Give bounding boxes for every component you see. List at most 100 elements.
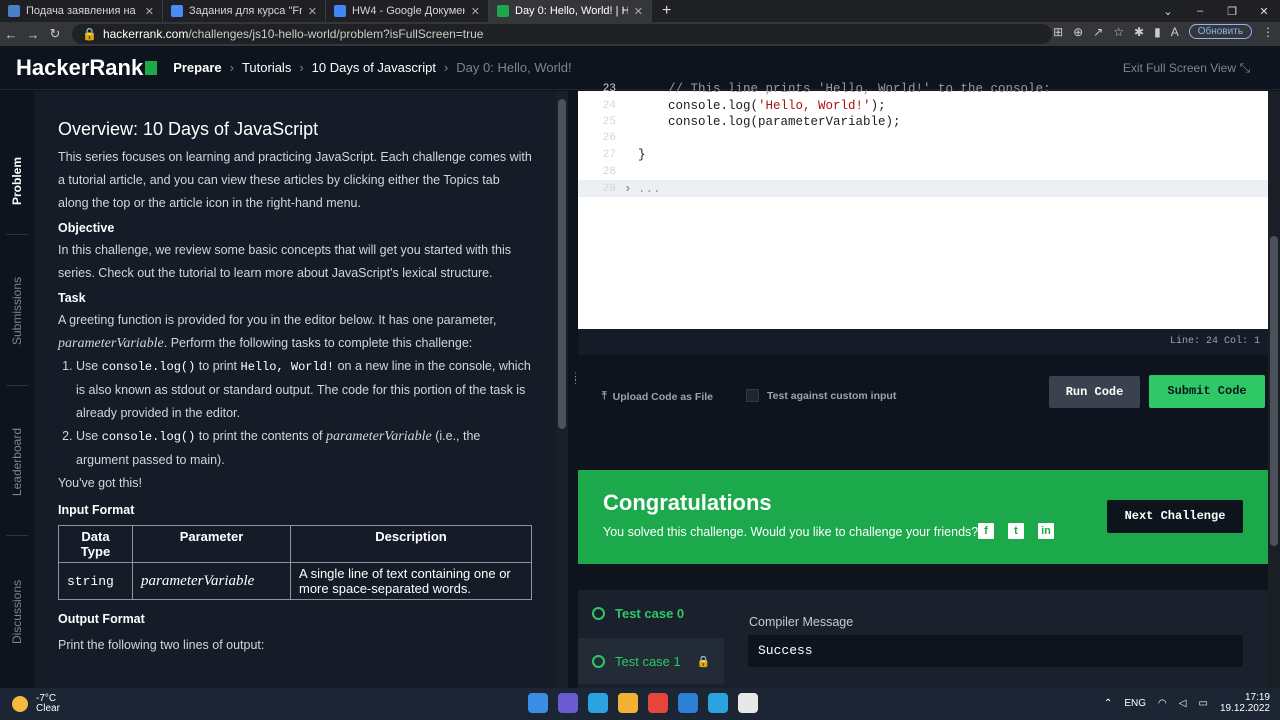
tab-submissions[interactable]: Submissions	[0, 236, 34, 386]
param-name: parameterVariable	[325, 429, 432, 444]
update-button[interactable]: Обновить	[1188, 24, 1252, 39]
editor-line: 25 console.log(parameterVariable);	[578, 113, 1268, 130]
bookmark-star-icon[interactable]: ☆	[1113, 25, 1124, 39]
vscode-icon[interactable]	[678, 693, 698, 713]
tab-favicon-icon	[8, 5, 20, 17]
tab-label: Discussions	[10, 579, 24, 645]
line-number: 25	[602, 115, 616, 128]
code-text: // This line prints 'Hello, World!' to t…	[638, 81, 1051, 96]
facebook-icon[interactable]: f	[978, 523, 994, 539]
browser-tab-active[interactable]: Day 0: Hello, World! | HackerRan ✕	[489, 0, 652, 22]
column-header: Data Type	[58, 525, 133, 563]
scroll-thumb[interactable]	[1270, 236, 1278, 546]
forward-icon[interactable]: →	[22, 27, 44, 42]
crumb-prepare[interactable]: Prepare	[173, 60, 221, 75]
sidepanel-icon[interactable]: ▮	[1154, 25, 1161, 39]
telegram-icon[interactable]	[708, 693, 728, 713]
test-case-label: Test case 0	[615, 605, 685, 621]
browser-tab[interactable]: HW4 - Google Документы ✕	[326, 0, 489, 22]
next-challenge-button[interactable]: Next Challenge	[1107, 500, 1243, 533]
param-name: parameterVariable	[58, 336, 164, 351]
divider	[6, 535, 28, 536]
app-icon[interactable]	[738, 693, 758, 713]
wifi-icon[interactable]: ◠	[1158, 698, 1167, 709]
vertical-tabs: Problem Submissions Leaderboard Discussi…	[0, 91, 34, 688]
minimize-icon[interactable]: –	[1184, 5, 1216, 17]
chevron-right-icon: ›	[443, 60, 449, 75]
browser-right-icons: ⊞ ⊕ ↗ ☆ ✱ ▮ A Обновить ⋮	[1053, 24, 1274, 39]
close-icon[interactable]: ✕	[308, 5, 317, 18]
congrats-banner: Congratulations You solved this challeng…	[578, 470, 1268, 564]
chat-icon[interactable]	[558, 693, 578, 713]
exit-fullscreen-link[interactable]: Exit Full Screen View	[1123, 61, 1236, 75]
main-scrollbar[interactable]	[1268, 91, 1280, 688]
twitter-icon[interactable]: t	[1008, 523, 1024, 539]
tab-label: Submissions	[10, 276, 24, 346]
panel-resize-handle[interactable]	[568, 91, 578, 688]
language-indicator[interactable]: ENG	[1124, 698, 1146, 709]
editor-line-folded[interactable]: 29 ›...	[578, 180, 1268, 197]
crumb-series[interactable]: 10 Days of Javascript	[312, 60, 436, 75]
zoom-icon[interactable]: ⊕	[1073, 25, 1083, 39]
tab-leaderboard[interactable]: Leaderboard	[0, 387, 34, 537]
custom-input-checkbox[interactable]: Test against custom input	[746, 389, 896, 402]
run-code-button[interactable]: Run Code	[1049, 376, 1140, 408]
close-icon[interactable]: ✕	[634, 5, 643, 18]
test-case-tab[interactable]: Test case 1 🔒	[578, 638, 724, 684]
chevron-up-icon[interactable]: ⌃	[1104, 698, 1112, 709]
code-editor[interactable]: 23 // This line prints 'Hello, World!' t…	[578, 82, 1268, 329]
linkedin-icon[interactable]: in	[1038, 523, 1054, 539]
chrome-icon[interactable]	[648, 693, 668, 713]
crumb-current: Day 0: Hello, World!	[456, 60, 572, 75]
translate-icon[interactable]: ⊞	[1053, 25, 1063, 39]
share-icon[interactable]: ↗	[1093, 25, 1103, 39]
extensions-icon[interactable]: ✱	[1134, 25, 1144, 39]
scroll-thumb[interactable]	[558, 99, 566, 429]
tab-label: Problem	[10, 156, 24, 205]
tab-title: Подача заявления на постанов	[26, 5, 139, 17]
system-tray: ⌃ ENG ◠ ◁ ▭ 17:19 19.12.2022	[1104, 692, 1270, 714]
reload-icon[interactable]: ↻	[44, 26, 66, 42]
avatar[interactable]: A	[1171, 25, 1179, 39]
address-bar[interactable]: 🔒 hackerrank.com/challenges/js10-hello-w…	[72, 24, 1052, 44]
clock[interactable]: 17:19 19.12.2022	[1220, 692, 1270, 714]
task-intro: A greeting function is provided for you …	[58, 309, 532, 355]
menu-icon[interactable]: ⋮	[1262, 25, 1274, 39]
chevron-right-icon[interactable]: ›	[624, 182, 632, 196]
tab-search-icon[interactable]: ⌄	[1152, 5, 1184, 18]
close-window-icon[interactable]: ✕	[1248, 5, 1280, 18]
telegram-icon[interactable]	[588, 693, 608, 713]
speaker-icon[interactable]: ◁	[1179, 698, 1187, 709]
column-header: Parameter	[132, 525, 291, 563]
table-cell: parameterVariable	[132, 562, 291, 600]
submit-code-button[interactable]: Submit Code	[1149, 375, 1265, 408]
encourage-text: You've got this!	[58, 476, 142, 490]
close-icon[interactable]: ✕	[471, 5, 480, 18]
list-item: Use console.log() to print the contents …	[76, 425, 532, 472]
problem-panel: Overview: 10 Days of JavaScript This ser…	[34, 91, 556, 688]
browser-tab[interactable]: Подача заявления на постанов ✕	[0, 0, 163, 22]
line-number: 28	[602, 165, 616, 178]
code-text: console.log(parameterVariable);	[638, 114, 901, 129]
upload-code-button[interactable]: ⤒ Upload Code as File	[602, 390, 713, 403]
hackerrank-logo[interactable]: HackerRank	[16, 55, 158, 81]
tab-discussions[interactable]: Discussions	[0, 537, 34, 687]
tab-problem[interactable]: Problem	[0, 111, 34, 251]
checkbox-box[interactable]	[746, 389, 759, 402]
folder-icon[interactable]	[618, 693, 638, 713]
start-icon[interactable]	[528, 693, 548, 713]
fold-placeholder[interactable]: ...	[638, 182, 661, 196]
crumb-tutorials[interactable]: Tutorials	[242, 60, 291, 75]
test-case-tab[interactable]: Test case 0	[578, 590, 724, 636]
new-tab-icon[interactable]: +	[652, 0, 681, 22]
browser-tab[interactable]: Задания для курса "Frontend ра ✕	[163, 0, 326, 22]
collapse-icon[interactable]: ⤡	[1240, 60, 1250, 76]
close-icon[interactable]: ✕	[145, 5, 154, 18]
restore-icon[interactable]: ❐	[1216, 5, 1248, 18]
problem-scrollbar[interactable]	[556, 91, 568, 688]
output-format-heading: Output Format	[58, 612, 145, 626]
back-icon[interactable]: ←	[0, 27, 22, 42]
weather-widget[interactable]: -7°C Clear	[12, 694, 60, 714]
congrats-title: Congratulations	[603, 490, 772, 515]
battery-icon[interactable]: ▭	[1198, 698, 1207, 709]
